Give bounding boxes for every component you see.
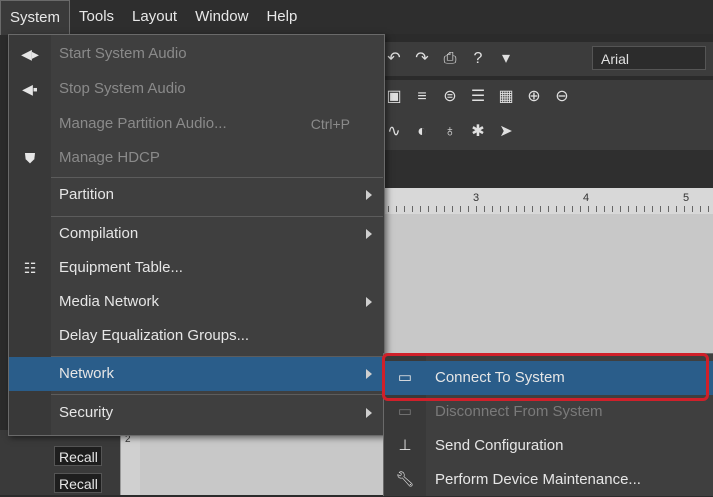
submenu-arrow-icon [366,369,372,379]
menu-separator [51,394,383,395]
speaker-stop-icon: ◀▪ [22,81,38,97]
find-icon[interactable]: ⊜ [439,86,461,108]
table-icon: ☷ [23,260,37,276]
undo-icon[interactable]: ↶ [383,48,405,70]
menu-item-media-network[interactable]: Media Network [9,285,384,319]
toolbar-row-3: ∿ ◐ ♁ ✱ ➤ [380,114,713,150]
dropdown-arrow-icon[interactable]: ▾ [495,48,517,70]
submenu-arrow-icon [366,229,372,239]
menu-item-partition[interactable]: Partition [9,178,384,212]
submenu-item-disconnect-from-system[interactable]: ▭ Disconnect From System [384,395,713,429]
disconnect-icon: ▭ [397,403,413,420]
contrast-icon[interactable]: ◐ [411,121,433,143]
menu-item-network[interactable]: Network [9,357,384,391]
grid-icon[interactable]: ▦ [495,86,517,108]
connect-icon: ▭ [397,369,413,386]
connector-icon[interactable]: ♁ [439,121,461,143]
submenu-arrow-icon [366,408,372,418]
speaker-play-icon: ◀▸ [21,46,39,62]
menu-item-start-system-audio[interactable]: ◀▸ Start System Audio [9,37,384,71]
menu-item-stop-system-audio[interactable]: ◀▪ Stop System Audio [9,72,384,106]
menu-window[interactable]: Window [186,0,257,34]
menu-item-equipment-table[interactable]: ☷ Equipment Table... [9,251,384,285]
menu-item-manage-hdcp[interactable]: ⛊ Manage HDCP [9,141,384,175]
font-select[interactable]: Arial [592,46,706,70]
submenu-arrow-icon [366,297,372,307]
submenu-arrow-icon [366,190,372,200]
zoom-in-icon[interactable]: ⊕ [523,86,545,108]
network-submenu: ▭ Connect To System ▭ Disconnect From Sy… [383,353,713,496]
zoom-out-icon[interactable]: ⊖ [551,86,573,108]
layers-icon[interactable]: ☰ [467,86,489,108]
submenu-item-connect-to-system[interactable]: ▭ Connect To System [384,361,713,395]
print-icon[interactable]: ⎙ [439,48,461,70]
star-icon[interactable]: ✱ [467,121,489,143]
menu-item-manage-partition-audio[interactable]: Manage Partition Audio... Ctrl+P [9,107,384,141]
pointer-icon[interactable]: ➤ [495,121,517,143]
menu-system[interactable]: System [0,0,71,35]
system-menu: ◀▸ Start System Audio ◀▪ Stop System Aud… [8,34,385,436]
menu-help[interactable]: Help [257,0,306,34]
shortcut-text: Ctrl+P [310,116,350,132]
horizontal-ruler: 3 4 5 [380,188,713,215]
shield-icon: ⛊ [24,150,36,166]
menubar: System Tools Layout Window Help [0,0,713,35]
select-icon[interactable]: ▣ [383,86,405,108]
menu-item-delay-equalization-groups[interactable]: Delay Equalization Groups... [9,319,384,353]
wave-icon[interactable]: ∿ [383,121,405,143]
ruler-number: 4 [583,192,590,204]
recall-button[interactable]: Recall [54,446,102,466]
canvas-column [140,430,380,495]
ruler-number: 5 [683,192,690,204]
align-icon[interactable]: ≡ [411,86,433,108]
submenu-item-send-configuration[interactable]: ⊥ Send Configuration [384,429,713,463]
help-icon[interactable]: ? [467,48,489,70]
submenu-item-perform-device-maintenance[interactable]: 🔧︎ Perform Device Maintenance... [384,463,713,497]
wrench-icon: 🔧︎ [395,471,415,488]
ruler-number: 3 [473,192,480,204]
toolbar-row-2: ▣ ≡ ⊜ ☰ ▦ ⊕ ⊖ [380,80,713,114]
menu-tools[interactable]: Tools [70,0,123,34]
network-tree-icon: ⊥ [398,437,412,454]
menu-item-security[interactable]: Security [9,396,384,430]
menu-item-compilation[interactable]: Compilation [9,217,384,251]
recall-button[interactable]: Recall [54,473,102,493]
menu-layout[interactable]: Layout [123,0,186,34]
toolbar-gap [380,150,713,188]
redo-icon[interactable]: ↷ [411,48,433,70]
vertical-ruler: 2 [120,430,141,495]
